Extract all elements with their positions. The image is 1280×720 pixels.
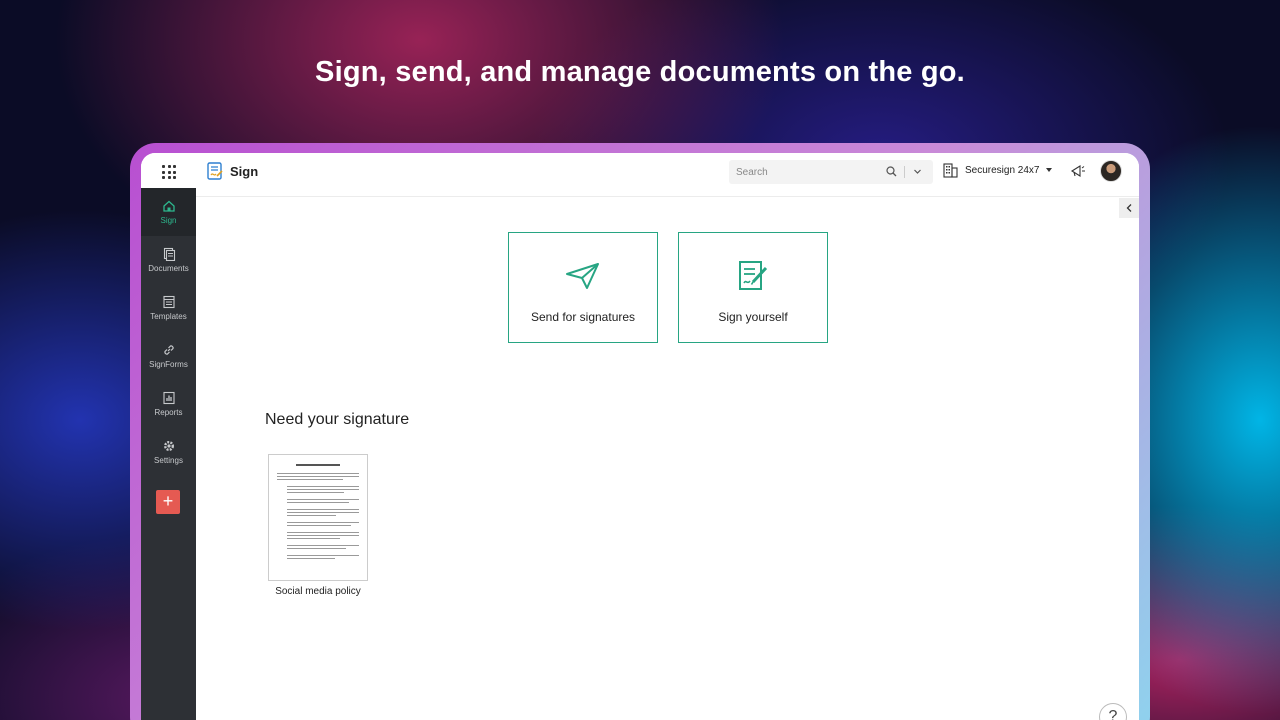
caret-down-icon [1045, 168, 1052, 172]
document-name[interactable]: Social media policy [268, 586, 368, 597]
action-label: Send for signatures [530, 310, 636, 324]
chevron-left-icon [1126, 204, 1132, 212]
sidebar-item-label: Documents [148, 264, 189, 273]
app-name: Sign [230, 164, 259, 179]
sidebar-item-label: Settings [154, 456, 183, 465]
building-icon [943, 163, 958, 178]
paper-plane-icon [566, 263, 599, 289]
collapse-panel-button[interactable] [1119, 198, 1139, 218]
sign-yourself-card[interactable]: Sign yourself [678, 232, 828, 343]
sidebar-item-settings[interactable]: Settings [141, 428, 196, 476]
templates-icon [162, 295, 175, 309]
top-bar: Sign Search Securesign 24x7 [141, 153, 1139, 197]
link-icon [163, 345, 174, 355]
gear-icon [163, 441, 174, 451]
sidebar-item-label: Reports [154, 408, 183, 417]
section-title: Need your signature [265, 411, 410, 428]
sidebar-item-reports[interactable]: Reports [141, 380, 196, 428]
reports-icon [162, 391, 175, 405]
main-content: Send for signatures Sign yourself Need y… [196, 198, 1139, 720]
org-switcher[interactable]: Securesign 24x7 [943, 162, 1052, 178]
chevron-down-icon[interactable] [913, 167, 922, 176]
sidebar-item-label: Sign [160, 216, 177, 225]
sidebar-item-label: Templates [150, 312, 187, 321]
sidebar-item-signforms[interactable]: SignForms [141, 332, 196, 380]
app-grid-icon[interactable] [162, 165, 176, 179]
announcement-icon[interactable] [1070, 164, 1086, 178]
sidebar-item-sign[interactable]: Sign [141, 188, 196, 236]
home-icon [162, 200, 175, 212]
sign-logo-icon [207, 162, 223, 180]
search-divider [904, 166, 905, 178]
sidebar-item-templates[interactable]: Templates [141, 284, 196, 332]
action-label: Sign yourself [718, 310, 788, 324]
search-box [729, 160, 933, 184]
search-input[interactable] [729, 166, 879, 178]
add-button[interactable]: + [156, 490, 180, 514]
send-for-signatures-card[interactable]: Send for signatures [508, 232, 658, 343]
search-icon[interactable] [886, 166, 897, 177]
device-frame: Sign Search Securesign 24x7 Sign Documen… [130, 143, 1150, 720]
org-name: Securesign 24x7 [965, 164, 1040, 176]
sign-document-icon [739, 261, 768, 290]
document-thumbnail[interactable] [268, 454, 368, 581]
app-window: Sign Search Securesign 24x7 Sign Documen… [141, 153, 1139, 720]
documents-icon [163, 247, 175, 261]
sidebar-item-label: SignForms [149, 360, 188, 369]
sidebar-item-documents[interactable]: Documents [141, 236, 196, 284]
app-brand[interactable]: Sign [207, 162, 258, 181]
headline: Sign, send, and manage documents on the … [315, 56, 965, 88]
avatar[interactable] [1100, 160, 1122, 182]
sidebar: Sign Documents Templates SignForms Repor… [141, 188, 196, 720]
help-button[interactable]: ? [1099, 703, 1127, 720]
